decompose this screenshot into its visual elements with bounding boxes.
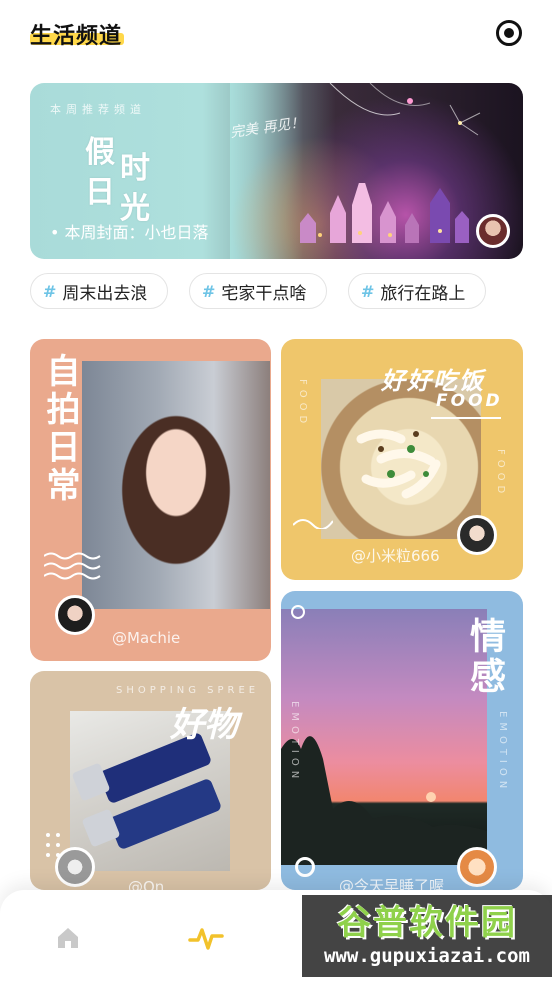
- banner-headline-char: 日: [85, 175, 115, 210]
- avatar[interactable]: [55, 847, 95, 887]
- channel-card-goods[interactable]: SHOPPING SPREE 好物 @Qn: [30, 671, 271, 890]
- card-subtitle: FOOD: [436, 391, 503, 411]
- card-title: 自拍日常: [40, 353, 80, 505]
- nav-channel[interactable]: [186, 920, 226, 956]
- fireworks-illustration: [329, 83, 481, 136]
- tag-on-the-road[interactable]: # 旅行在路上: [348, 273, 486, 309]
- banner-eyebrow: 本周推荐频道: [50, 103, 146, 116]
- side-text: FOOD: [495, 449, 506, 499]
- home-icon: [58, 928, 78, 948]
- squiggle-decoration: [293, 519, 333, 529]
- card-handle: @Qn: [128, 878, 165, 890]
- side-text: EMOTION: [497, 711, 508, 794]
- featured-channel-banner[interactable]: 本周推荐频道 假 时 日 光 完美 再见！ • 本周封面：小也日落: [30, 83, 523, 259]
- hash-icon: #: [43, 281, 57, 301]
- watermark-logo: 谷普软件园 www.gupuxiazai.com: [302, 895, 552, 977]
- channel-card-food[interactable]: 好好吃饭 FOOD FOOD FOOD @小米粒666: [281, 339, 523, 580]
- header: 生活频道: [0, 0, 552, 70]
- card-handle: @小米粒666: [351, 547, 440, 565]
- avatar[interactable]: [476, 214, 510, 248]
- channel-card-selfie[interactable]: 自拍日常 @Machie: [30, 339, 271, 661]
- card-title: 情感: [464, 617, 505, 697]
- topic-tags: # 周末出去浪 # 宅家干点啥 # 旅行在路上: [30, 273, 523, 311]
- watermark-url: www.gupuxiazai.com: [324, 945, 530, 967]
- card-handle: @Machie: [112, 629, 181, 647]
- nav-home[interactable]: [48, 920, 88, 956]
- avatar[interactable]: [457, 515, 497, 555]
- hash-icon: #: [202, 281, 216, 301]
- side-text: EMOTION: [289, 701, 300, 784]
- avatar[interactable]: [457, 847, 497, 887]
- record-icon[interactable]: [496, 20, 522, 46]
- avatar[interactable]: [55, 595, 95, 635]
- card-handle: @今天早睡了喔: [339, 877, 445, 890]
- watermark-cn: 谷普软件园: [337, 903, 517, 943]
- underline-decoration: [431, 417, 501, 419]
- tag-label: 周末出去浪: [62, 283, 148, 304]
- record-dot: [504, 28, 514, 38]
- banner-headline-char: 假: [85, 135, 115, 170]
- pulse-icon: [188, 928, 224, 950]
- wave-decoration: [44, 552, 101, 580]
- page-title-wrap: 生活频道: [30, 18, 124, 50]
- circle-decoration: [295, 857, 315, 877]
- tag-label: 旅行在路上: [380, 283, 466, 304]
- card-title: 好物: [170, 705, 238, 745]
- circle-decoration: [291, 605, 305, 619]
- hash-icon: #: [361, 281, 375, 301]
- tag-weekend-outing[interactable]: # 周末出去浪: [30, 273, 168, 309]
- castle-illustration: [300, 183, 469, 243]
- sunset-photo: [281, 609, 487, 865]
- tag-stay-home[interactable]: # 宅家干点啥: [189, 273, 327, 309]
- selfie-photo: [82, 361, 270, 609]
- banner-caption: • 本周封面：小也日落: [50, 223, 209, 242]
- banner-headline-char: 时: [120, 151, 150, 186]
- card-subtitle: SHOPPING SPREE: [116, 685, 260, 696]
- tag-label: 宅家干点啥: [221, 283, 307, 304]
- channel-card-emotion[interactable]: 情感 EMOTION EMOTION @今天早睡了喔: [281, 591, 523, 890]
- tree-silhouette: [281, 736, 487, 865]
- side-text: FOOD: [297, 379, 308, 429]
- page-title: 生活频道: [30, 24, 123, 49]
